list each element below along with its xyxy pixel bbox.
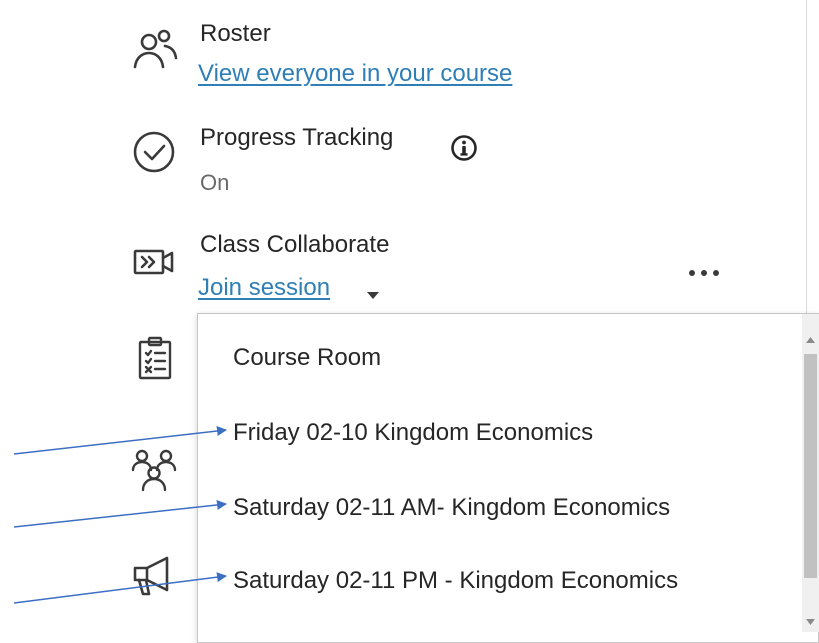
session-option-course-room[interactable]: Course Room [233, 344, 381, 372]
panel-divider [806, 0, 807, 320]
more-options-icon[interactable] [682, 262, 726, 284]
session-option-saturday-02-11-pm[interactable]: Saturday 02-11 PM - Kingdom Economics [233, 567, 678, 595]
progress-tracking-title: Progress Tracking [200, 124, 394, 151]
scrollbar-thumb[interactable] [804, 354, 817, 578]
join-session-link[interactable]: Join session [198, 274, 330, 302]
class-collaborate-title: Class Collaborate [200, 231, 390, 258]
progress-tracking-status: On [200, 170, 230, 195]
info-icon[interactable] [450, 134, 478, 162]
annotation-arrow-saturday-pm [13, 572, 227, 604]
scroll-up-arrow-icon[interactable] [805, 332, 816, 343]
scroll-down-arrow-icon[interactable] [805, 614, 816, 625]
annotation-arrow-friday [13, 426, 227, 455]
session-dropdown[interactable]: Course Room Friday 02-10 Kingdom Economi… [197, 313, 819, 643]
megaphone-icon[interactable] [130, 552, 178, 600]
video-camera-icon [130, 238, 178, 286]
checkmark-circle-icon [130, 128, 178, 176]
view-roster-link[interactable]: View everyone in your course [198, 60, 512, 88]
people-icon [130, 26, 178, 74]
annotation-arrow-saturday-am [13, 499, 227, 528]
session-option-friday-02-10[interactable]: Friday 02-10 Kingdom Economics [233, 419, 593, 447]
session-option-saturday-02-11-am[interactable]: Saturday 02-11 AM- Kingdom Economics [233, 494, 670, 522]
dropdown-scrollbar[interactable] [802, 314, 819, 632]
clipboard-checklist-icon[interactable] [131, 334, 179, 382]
roster-title: Roster [200, 20, 271, 47]
caret-down-icon[interactable] [364, 288, 382, 300]
groups-icon[interactable] [130, 446, 178, 494]
